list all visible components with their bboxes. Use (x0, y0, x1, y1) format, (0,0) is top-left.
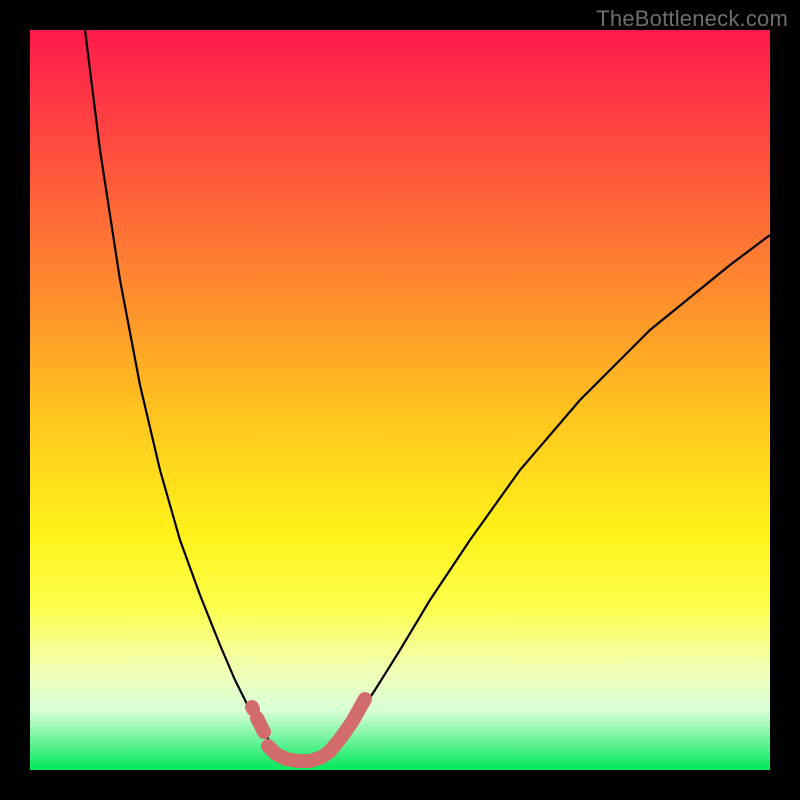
curve-left-branch (85, 30, 278, 752)
watermark-label: TheBottleneck.com (596, 6, 788, 32)
marker-left-short (257, 718, 264, 732)
plot-area (30, 30, 770, 770)
bottleneck-curve-svg (30, 30, 770, 770)
marker-left-dot (252, 707, 253, 709)
marker-bottom (268, 746, 330, 761)
marker-group (252, 699, 365, 761)
marker-right-long (330, 699, 365, 751)
curve-right-branch (330, 235, 770, 752)
